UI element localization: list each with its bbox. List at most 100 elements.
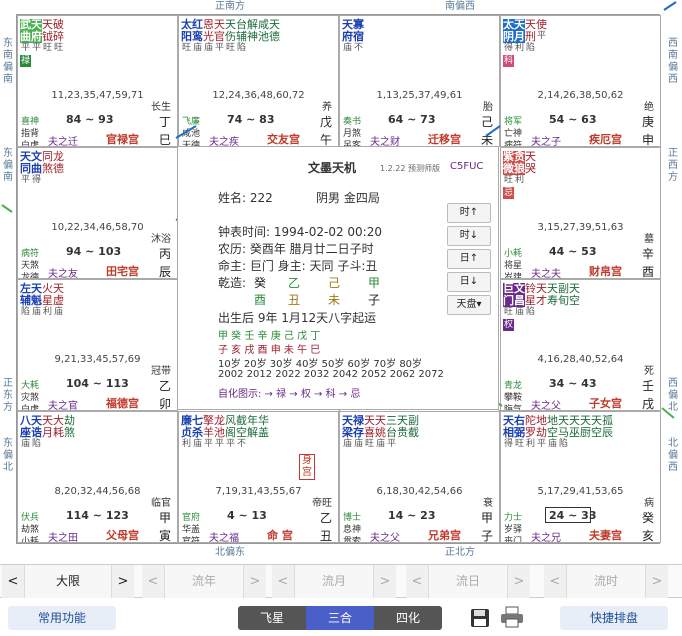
palace-stem: 庚 — [641, 115, 654, 129]
liuri-next-button[interactable]: > — [508, 565, 530, 598]
star-list: 左辅陷天魁庙火星利天虚庙 — [20, 283, 64, 318]
palace-cell[interactable]: 天相得右弼旺陀罗利地劫平地空庙天马陷天巫天厨天空孤辰 5,17,29,41,53,… — [500, 411, 661, 543]
star-char-2: 曲 — [20, 30, 31, 43]
palace-cell[interactable]: 八座庙天诰陷天月大耗劫煞 8,20,32,44,56,68 临官 114 ~ 123 甲… — [17, 411, 178, 543]
save-icon[interactable] — [470, 608, 490, 628]
star-brightness: 庙 — [192, 439, 202, 449]
daxian-label[interactable]: 大限 — [24, 565, 112, 598]
star: 解神 — [247, 19, 258, 54]
liunian-label[interactable]: 流年 — [164, 565, 244, 598]
palace-name: 兄弟宫 — [428, 529, 461, 542]
star: 台辅陷 — [236, 19, 247, 54]
star-brightness: 庙 — [547, 439, 557, 449]
sanhe-tab[interactable]: 三合 — [306, 606, 374, 630]
liushi-next-button[interactable]: > — [646, 565, 668, 598]
palace-ages: 2,14,26,38,50,62 — [537, 90, 624, 101]
hour-up-button[interactable]: 时↑ — [447, 203, 491, 223]
star: 天月利 — [514, 19, 525, 67]
palace-relation: 夫之夫 — [531, 269, 561, 279]
star-brightness: 旺 — [514, 439, 524, 449]
palace-cell[interactable]: 武曲平禄天府平天钺旺破碎旺 11,23,35,47,59,71 长生 84 ~ 93 丁… — [17, 15, 178, 147]
palace-cell[interactable]: 天同平文曲得同煞龙德 10,22,34,46,58,70 沐浴 94 ~ 103 丙病符… — [17, 147, 178, 279]
palace-cell[interactable]: 天府庙寡宿不 1,13,25,37,49,61 胎 64 ~ 73 己奏书 月煞 吊客 夫之财… — [339, 15, 500, 147]
star: 左辅陷 — [20, 283, 31, 318]
palace-state: 临官 — [151, 498, 171, 509]
daxian-prev-button[interactable]: < — [2, 565, 24, 598]
palace-cell[interactable]: 左辅陷天魁庙火星利天虚庙 9,21,33,45,57,69 冠带 104 ~ 113 乙… — [17, 279, 178, 411]
sihua-tab[interactable]: 四化 — [374, 606, 442, 630]
star-char-2: 寿 — [547, 294, 558, 307]
star-brightness: 庙 — [353, 439, 363, 449]
palace-state: 帝旺 — [312, 498, 332, 509]
liuyue-prev-button[interactable]: < — [272, 565, 294, 598]
star: 三台平 — [386, 415, 397, 450]
star: 右弼旺 — [514, 415, 525, 450]
liuyue-label[interactable]: 流月 — [294, 565, 374, 598]
palace-cell[interactable]: 太阳旺红鸾庙恩光庙天官平天伤旺台辅陷解神咸池天德 12,24,36,48,60,7… — [178, 15, 339, 147]
daxian-next-button[interactable]: > — [112, 565, 134, 598]
palace-branch: 辰 — [158, 265, 171, 279]
star-char-2: 辅 — [236, 30, 247, 43]
liunian-next-button[interactable]: > — [244, 565, 266, 598]
dayun-ages: 10岁 20岁 30岁 40岁 50岁 60岁 70岁 80岁 — [218, 359, 423, 370]
star: 陀罗利 — [525, 415, 536, 450]
direction-north: 正北方 — [445, 547, 475, 558]
bottom-toolbar: 常用功能 飞星 三合 四化 快捷排盘 — [0, 600, 682, 636]
palace-cell[interactable]: 紫微旺忌贪狼利天哭 3,15,27,39,51,63 墓 44 ~ 53 辛小耗 将星 岁建… — [500, 147, 661, 279]
liuri-label[interactable]: 流日 — [428, 565, 508, 598]
day-down-button[interactable]: 日↓ — [447, 272, 491, 292]
tianpan-dropdown[interactable]: 天盘▾ — [447, 295, 491, 315]
palace-name: 交友宫 — [267, 133, 300, 146]
star-brightness: 庙 — [20, 439, 30, 449]
star-brightness: 平 — [20, 175, 30, 185]
liushi-label[interactable]: 流时 — [566, 565, 646, 598]
star-char-2: 厨 — [580, 426, 591, 439]
direction-west-north: 西偏北 — [668, 378, 678, 413]
star: 副旬 — [558, 283, 569, 331]
star-brightness: 平 — [386, 439, 396, 449]
star: 天刑陷 — [525, 19, 536, 67]
star-char-2: 星 — [42, 294, 53, 307]
liuri-prev-button[interactable]: < — [406, 565, 428, 598]
star-brightness: 旺 — [364, 439, 374, 449]
quick-chart-button[interactable]: 快捷排盘 — [560, 606, 668, 630]
lunar-date: 农历: 癸酉年 腊月廿二日子时 — [218, 242, 374, 256]
palace-name: 子女宫 — [589, 397, 622, 410]
palace-state: 衰 — [483, 498, 493, 509]
star-brightness: 庙 — [53, 307, 63, 317]
star-char-2: 光 — [203, 30, 214, 43]
star-brightness: 陷 — [525, 307, 535, 317]
palace-branch: 申 — [641, 133, 654, 147]
star-char-2: 台 — [386, 426, 397, 439]
liunian-prev-button[interactable]: < — [142, 565, 164, 598]
palace-spirit-3: 岁建 — [504, 273, 523, 279]
star-char-2: 诰 — [31, 426, 42, 439]
print-icon[interactable] — [500, 606, 524, 628]
palace-daxian: 114 ~ 123 — [66, 509, 129, 522]
direction-west: 正西方 — [668, 148, 678, 183]
star: 巨门旺权 — [503, 283, 515, 331]
pillar-year-branch: 酉 — [254, 293, 267, 307]
hour-down-button[interactable]: 时↓ — [447, 226, 491, 246]
palace-cell[interactable]: 廉贞利七杀庙擎羊平龙池平风阁平截空不年解华盖 7,19,31,43,55,67 帝旺… — [178, 411, 339, 543]
star-char-2: 池 — [214, 426, 225, 439]
star-char-2: 劫 — [536, 426, 547, 439]
star-char-2: 府 — [342, 30, 353, 43]
palace-cell[interactable]: 天梁庙禄存庙天喜旺天姚庙三台平天贵副截 6,18,30,42,54,66 衰 14 ~… — [339, 411, 500, 543]
palace-state: 长生 — [151, 102, 171, 113]
palace-name: 夫妻宫 — [589, 529, 622, 542]
palace-cell[interactable]: 太阴得科天月利天刑陷使平 2,14,26,38,50,62 绝 54 ~ 63 庚将军亡… — [500, 15, 661, 147]
common-functions-button[interactable]: 常用功能 — [8, 606, 116, 630]
star: 天府庙 — [342, 19, 353, 54]
star-list: 巨门旺权文昌庙铃星陷天才天寿副旬天空 — [503, 283, 580, 331]
star-char-2: 阁 — [225, 426, 236, 439]
direction-southwest: 西南偏西 — [668, 38, 678, 85]
liushi-prev-button[interactable]: < — [544, 565, 566, 598]
star-char-2: 微 — [503, 162, 514, 175]
direction-north-west: 北偏西 — [668, 438, 678, 473]
liuyue-next-button[interactable]: > — [374, 565, 396, 598]
feixing-tab[interactable]: 飞星 — [238, 606, 306, 630]
day-up-button[interactable]: 日↑ — [447, 249, 491, 269]
palace-cell[interactable]: 巨门旺权文昌庙铃星陷天才天寿副旬天空 4,16,28,40,52,64 死 34 ~ … — [500, 279, 661, 411]
star-list: 天府庙寡宿不 — [342, 19, 364, 54]
